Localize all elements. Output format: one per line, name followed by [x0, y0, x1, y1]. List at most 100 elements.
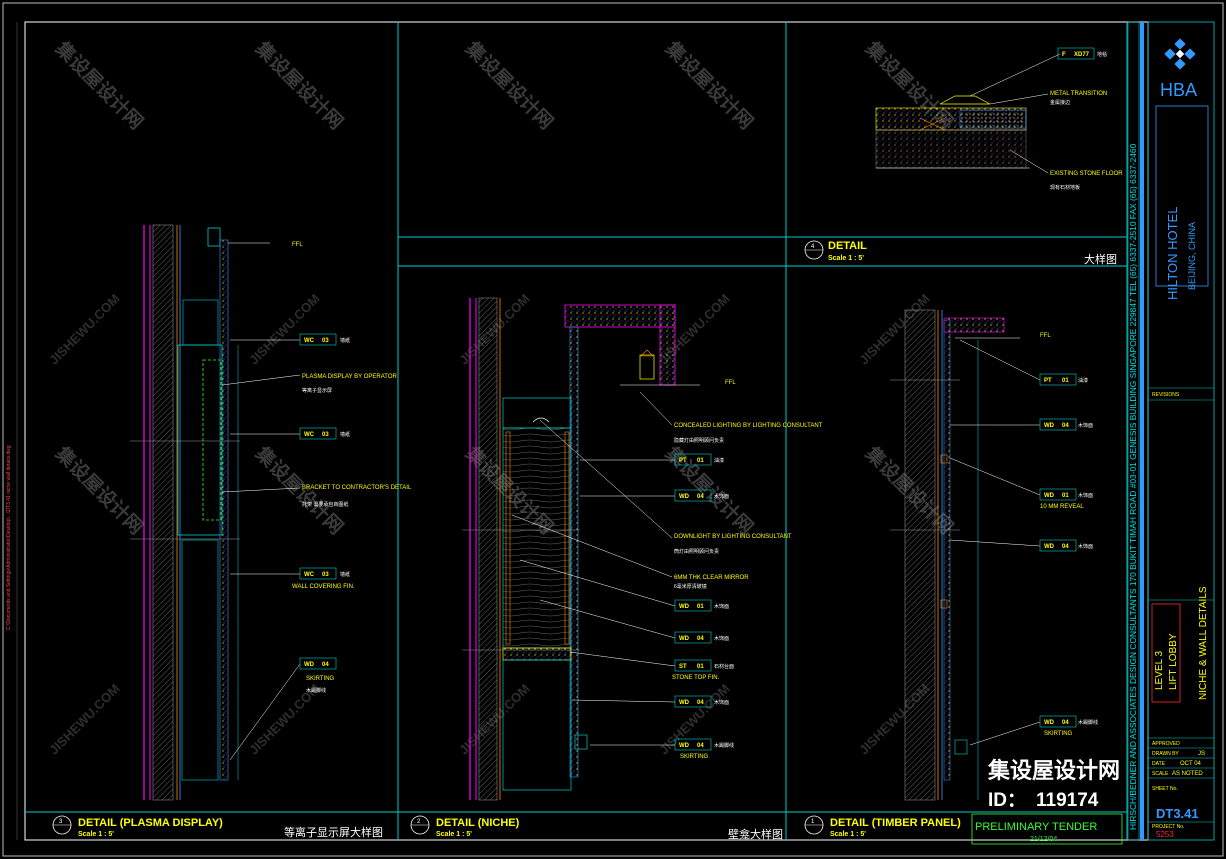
- tag-code: WD: [1044, 423, 1055, 429]
- project-no-value: 5253: [1156, 830, 1174, 839]
- watermark-url: JISHEWU.COM: [246, 291, 322, 367]
- tag-cn: 墙纸: [340, 337, 350, 344]
- date-label: DATE: [1152, 761, 1166, 767]
- tag-num: 04: [697, 636, 704, 642]
- watermark-brand: 集设屋设计网: [660, 36, 758, 134]
- tag-code: PT: [679, 458, 687, 464]
- watermark-id: 119174: [1036, 790, 1099, 811]
- tag-num: 01: [1062, 493, 1069, 499]
- callout-en: STONE TOP FIN.: [672, 675, 720, 681]
- tag-code: WD: [679, 636, 690, 642]
- callout-en: WALL COVERING FIN.: [292, 584, 355, 590]
- project-name: HILTON HOTEL: [1165, 207, 1180, 300]
- tag-num: 04: [322, 662, 329, 668]
- tag-code: WD: [679, 700, 690, 706]
- tag-cn: 石材台面: [714, 663, 734, 670]
- tag-cn: 木饰面: [714, 699, 729, 706]
- tag-num: 04: [697, 743, 704, 749]
- sheet-label: SHEET No.: [1152, 786, 1178, 792]
- sheet-number: DT3.41: [1156, 806, 1199, 821]
- watermark-brand-large: 集设屋设计网: [987, 758, 1120, 783]
- watermark-brand: 集设屋设计网: [250, 36, 348, 134]
- drawing-area: LIFT LOBBY: [1168, 633, 1179, 690]
- scale-label: SCALE: [1152, 771, 1169, 777]
- cad-drawing-sheet: 集设屋设计网 集设屋设计网 集设屋设计网 集设屋设计网 集设屋设计网 JISHE…: [2, 2, 1224, 857]
- watermark-brand: 集设屋设计网: [50, 36, 148, 134]
- tag-cn: 木饰面: [1078, 492, 1093, 499]
- callout-cn: 6毫米厚清玻镜: [674, 583, 707, 590]
- watermark-url: JISHEWU.COM: [46, 291, 122, 367]
- tag-code: WD: [679, 494, 690, 500]
- tag-num: 01: [697, 664, 704, 670]
- callout-en: BRACKET TO CONTRACTOR'S DETAIL: [302, 485, 412, 491]
- tag-code: WC: [304, 338, 315, 344]
- callout-en: SKIRTING: [306, 676, 335, 682]
- detail-cn-label: 壁龛大样图: [728, 827, 783, 841]
- tag-cn: 木踢脚线: [714, 742, 734, 749]
- detail-title: DETAIL (PLASMA DISPLAY): [78, 817, 223, 829]
- revisions-label: REVISIONS: [1152, 392, 1180, 398]
- detail-scale: Scale 1 : 5': [78, 831, 114, 838]
- approved-label: APPROVED: [1152, 741, 1180, 747]
- tag-num: 04: [1062, 544, 1069, 550]
- date-value: OCT 04: [1180, 761, 1202, 767]
- tag-cn: 木饰面: [1078, 543, 1093, 550]
- watermark-brand: 集设屋设计网: [460, 36, 558, 134]
- detail-number: 2: [417, 819, 421, 825]
- detail-floor-transition: [875, 95, 1030, 169]
- tag-code: ST: [679, 664, 687, 670]
- tag-num: 04: [697, 494, 704, 500]
- tag-num: XD77: [1074, 52, 1090, 58]
- drawing-level: LEVEL 3: [1154, 650, 1165, 690]
- detail-title-2: 2 DETAIL (NICHE) Scale 1 : 5' 壁龛大样图: [410, 815, 783, 841]
- project-location: BEIJING, CHINA: [1187, 222, 1197, 290]
- brand-watermark: 集设屋设计网 ID： 119174: [987, 758, 1120, 811]
- detail-number: 4: [811, 244, 815, 250]
- timber-callouts: PT 01 油漆 WD 04 木饰面 WD 01 木饰面 10 MM REVEA…: [949, 339, 1098, 746]
- callout-cn: 木踢脚线: [306, 687, 326, 694]
- tag-num: 03: [322, 338, 329, 344]
- callout-en: PLASMA DISPLAY BY OPERATOR: [302, 374, 397, 380]
- tag-num: 04: [697, 700, 704, 706]
- tag-code: F: [1062, 52, 1066, 58]
- callout-cn: 隐藏灯由照明顾问负责: [674, 437, 724, 444]
- logo-text: HBA: [1160, 80, 1197, 100]
- detail-scale: Scale 1 : 5': [828, 255, 864, 262]
- tag-cn: 木饰面: [714, 493, 729, 500]
- detail-number: 3: [59, 819, 63, 825]
- tag-code: WD: [304, 662, 315, 668]
- callout-cn: 托架 需要承包商图纸: [302, 501, 348, 508]
- watermark-id-label: ID：: [988, 790, 1026, 811]
- tag-cn: 木饰面: [1078, 422, 1093, 429]
- tag-code: WD: [679, 743, 690, 749]
- svg-text:C:\Documents and Settings\Admi: C:\Documents and Settings\Administrator\…: [6, 445, 12, 630]
- callout-en: DOWNLIGHT BY LIGHTING CONSULTANT: [674, 534, 792, 540]
- tag-cn: 油漆: [1078, 377, 1088, 384]
- callout-en: 6MM THK CLEAR MIRROR: [674, 575, 749, 581]
- tag-code: WD: [1044, 493, 1055, 499]
- detail-plasma-display: FFL: [130, 224, 303, 801]
- detail-timber-panel: FFL: [890, 309, 1051, 801]
- tag-num: 01: [697, 604, 704, 610]
- hba-logo: [1164, 38, 1196, 70]
- watermark-layer: 集设屋设计网 集设屋设计网 集设屋设计网 集设屋设计网 集设屋设计网 JISHE…: [46, 36, 958, 757]
- svg-text:FFL: FFL: [292, 242, 303, 248]
- callout-cn: 现有石材地板: [1050, 184, 1080, 191]
- tag-cn: 墙纸: [340, 571, 350, 578]
- tag-cn: 木饰面: [714, 635, 729, 642]
- callout-en: SKIRTING: [680, 754, 709, 760]
- detail-scale: Scale 1 : 5': [436, 831, 472, 838]
- tag-num: 03: [322, 572, 329, 578]
- drawn-by-value: JS: [1198, 751, 1205, 757]
- tag-cn: 地毯: [1097, 51, 1107, 58]
- detail-title-4: 4 DETAIL Scale 1 : 5' 大样图: [804, 240, 1117, 266]
- tag-code: WD: [1044, 544, 1055, 550]
- watermark-url: JISHEWU.COM: [46, 681, 122, 757]
- detail-cn-label: 大样图: [1084, 252, 1117, 266]
- tag-num: 04: [1062, 423, 1069, 429]
- detail-scale: Scale 1 : 5': [830, 831, 866, 838]
- callout-cn: 筒灯由照明顾问负责: [674, 548, 719, 555]
- tag-cn: 木饰面: [714, 603, 729, 610]
- drawing-title: NICHE & WALL DETAILS: [1198, 586, 1209, 700]
- svg-text:FFL: FFL: [1040, 333, 1051, 339]
